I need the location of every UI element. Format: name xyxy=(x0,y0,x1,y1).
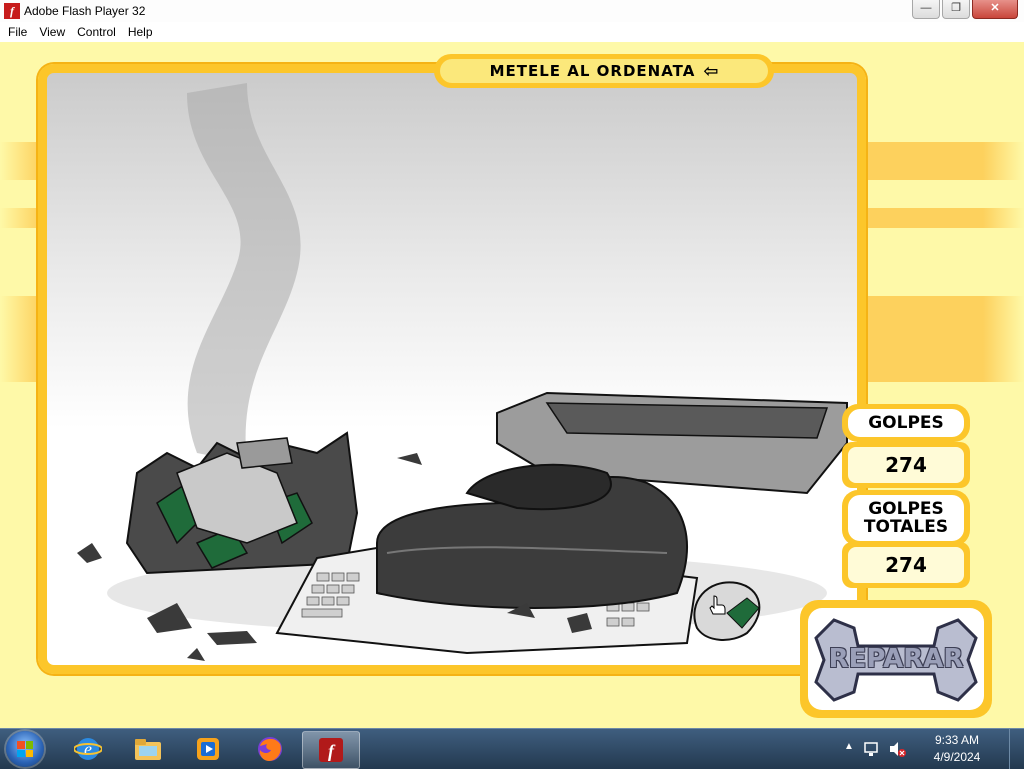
close-button[interactable]: ✕ xyxy=(972,0,1018,19)
system-tray: ▲ 9:33 AM 4/9/2024 xyxy=(844,729,1024,769)
flash-player-icon[interactable]: f xyxy=(302,731,360,769)
golpes-totales-value-pill: 274 xyxy=(842,542,970,588)
taskbar: e f ▲ 9:33 AM 4/9/2024 xyxy=(0,728,1024,769)
broken-monitor-shell xyxy=(125,431,359,575)
game-title: METELE AL ORDENATA xyxy=(489,62,696,80)
window-title-bar: f Adobe Flash Player 32 — ❐ ✕ xyxy=(0,0,1024,23)
menu-help[interactable]: Help xyxy=(122,22,159,42)
game-scene-frame[interactable] xyxy=(38,64,866,674)
system-clock[interactable]: 9:33 AM 4/9/2024 xyxy=(922,732,992,766)
network-icon[interactable] xyxy=(864,741,882,757)
show-desktop-button[interactable] xyxy=(1009,729,1024,769)
menu-bar: File View Control Help xyxy=(0,22,1024,42)
menu-control[interactable]: Control xyxy=(71,22,122,42)
minimize-button[interactable]: — xyxy=(912,0,940,19)
golpes-label-pill: GOLPES xyxy=(842,404,970,442)
internet-explorer-icon[interactable]: e xyxy=(60,731,116,767)
menu-view[interactable]: View xyxy=(33,22,71,42)
smoke-plume xyxy=(187,83,301,463)
reparar-label: REPARAR xyxy=(828,644,964,674)
file-explorer-icon[interactable] xyxy=(120,731,176,767)
flash-app-icon: f xyxy=(4,3,20,19)
window-title: Adobe Flash Player 32 xyxy=(24,4,146,18)
heavy-black-sack xyxy=(376,463,688,609)
flash-stage: METELE AL ORDENATA ⇦ GOLPES 274 GOLPES T… xyxy=(0,42,1024,728)
golpes-label: GOLPES xyxy=(848,409,964,437)
golpes-totales-label-pill: GOLPES TOTALES xyxy=(842,490,970,546)
clock-date: 4/9/2024 xyxy=(933,750,981,764)
smashed-mouse xyxy=(693,581,761,641)
reparar-button-face: REPARAR xyxy=(808,608,984,710)
smashed-computer-scene[interactable] xyxy=(47,73,857,665)
golpes-value: 274 xyxy=(848,447,964,483)
show-hidden-icons-icon[interactable]: ▲ xyxy=(844,741,854,752)
back-arrow-icon: ⇦ xyxy=(703,60,719,82)
reparar-button[interactable]: REPARAR xyxy=(800,600,992,718)
golpes-totales-value: 274 xyxy=(848,547,964,583)
game-title-button[interactable]: METELE AL ORDENATA ⇦ xyxy=(440,59,768,83)
golpes-totales-label: GOLPES TOTALES xyxy=(848,495,964,541)
golpes-value-pill: 274 xyxy=(842,442,970,488)
media-player-icon[interactable] xyxy=(180,731,236,767)
firefox-icon[interactable] xyxy=(242,731,298,767)
clock-time: 9:33 AM xyxy=(934,733,980,747)
maximize-button[interactable]: ❐ xyxy=(942,0,970,19)
windows-start-icon[interactable] xyxy=(6,731,44,767)
volume-muted-icon[interactable] xyxy=(888,740,906,758)
menu-file[interactable]: File xyxy=(2,22,33,42)
svg-text:e: e xyxy=(84,739,92,759)
